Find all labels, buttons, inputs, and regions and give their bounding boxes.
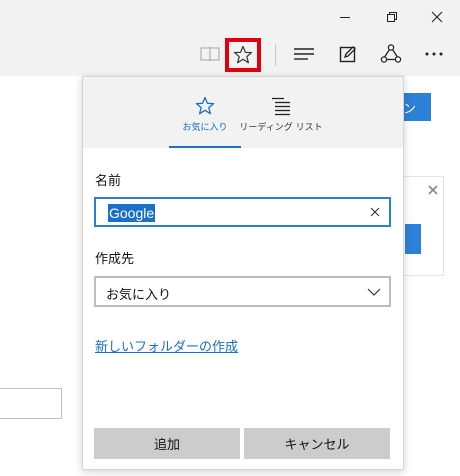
cancel-button[interactable]: キャンセル bbox=[244, 428, 390, 459]
tab-reading-list[interactable]: リーディング リスト bbox=[239, 77, 323, 148]
minimize-icon bbox=[340, 17, 350, 18]
web-note-button[interactable] bbox=[332, 38, 364, 70]
star-icon bbox=[195, 96, 215, 115]
add-to-favorites-button[interactable] bbox=[225, 38, 261, 72]
reading-view-button[interactable] bbox=[194, 38, 226, 70]
tab-favorites[interactable]: お気に入り bbox=[169, 77, 241, 148]
page-button-label: ン bbox=[403, 101, 417, 117]
cancel-button-label: キャンセル bbox=[284, 438, 350, 453]
clear-icon[interactable] bbox=[369, 206, 381, 218]
destination-label: 作成先 bbox=[95, 252, 135, 267]
close-button[interactable] bbox=[418, 0, 456, 34]
reading-list-icon bbox=[272, 97, 290, 116]
page-card-close[interactable] bbox=[427, 181, 439, 195]
more-button[interactable] bbox=[418, 38, 450, 70]
title-bar bbox=[0, 0, 460, 34]
share-icon bbox=[380, 44, 402, 63]
name-input-value: Google bbox=[108, 204, 156, 222]
web-note-icon bbox=[339, 46, 356, 63]
more-icon bbox=[425, 52, 443, 56]
name-input[interactable]: Google bbox=[94, 197, 391, 227]
close-icon bbox=[428, 185, 438, 195]
hub-button[interactable] bbox=[288, 38, 320, 70]
page-input[interactable] bbox=[0, 388, 62, 419]
destination-selected-value: お気に入り bbox=[106, 288, 172, 303]
restore-icon bbox=[387, 12, 397, 22]
reading-view-icon bbox=[200, 46, 220, 62]
name-label: 名前 bbox=[95, 174, 122, 189]
toolbar-separator bbox=[275, 44, 276, 66]
browser-toolbar bbox=[0, 34, 460, 76]
close-icon bbox=[431, 11, 443, 23]
active-tab-indicator bbox=[169, 146, 241, 148]
tab-favorites-label: お気に入り bbox=[182, 123, 228, 133]
chevron-down-icon bbox=[367, 288, 381, 296]
add-button[interactable]: 追加 bbox=[94, 428, 240, 459]
minimize-button[interactable] bbox=[326, 0, 364, 34]
add-button-label: 追加 bbox=[153, 438, 180, 453]
hub-icon bbox=[294, 48, 314, 60]
favorites-panel: お気に入り リーディング リスト 名前 Google 作成先 お気に入り 新しい… bbox=[82, 76, 404, 470]
panel-tabs: お気に入り リーディング リスト bbox=[83, 77, 403, 148]
destination-dropdown[interactable]: お気に入り bbox=[94, 276, 391, 307]
restore-button[interactable] bbox=[373, 0, 411, 34]
tab-reading-list-label: リーディング リスト bbox=[239, 123, 323, 133]
share-button[interactable] bbox=[375, 38, 407, 70]
create-new-folder-link[interactable]: 新しいフォルダーの作成 bbox=[95, 336, 238, 355]
page-card-button[interactable] bbox=[405, 224, 421, 254]
favorites-star-icon bbox=[233, 45, 253, 64]
